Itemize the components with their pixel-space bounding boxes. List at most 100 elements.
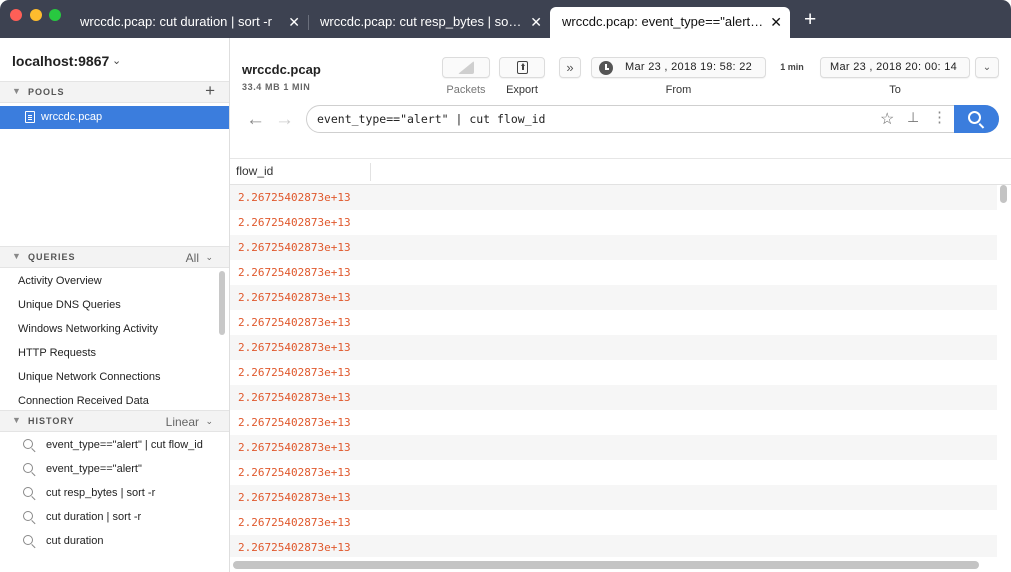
table-row[interactable]: 2.26725402873e+13 — [230, 235, 997, 260]
to-label: To — [889, 84, 901, 96]
history-label: event_type=="alert" | cut flow_id — [46, 439, 203, 451]
history-label: cut resp_bytes | sort -r — [46, 487, 156, 499]
history-item[interactable]: event_type=="alert" — [0, 457, 229, 481]
search-icon — [23, 511, 33, 521]
table-row[interactable]: 2.26725402873e+13 — [230, 310, 997, 335]
chevron-down-icon[interactable]: ⌄ — [205, 416, 213, 427]
history-item[interactable]: cut duration — [0, 529, 229, 553]
tab-event-type-alert[interactable]: wrccdc.pcap: event_type=="alert" | cut f… — [550, 7, 790, 38]
to-date-picker[interactable]: Mar 23 , 2018 20: 00: 14 — [820, 57, 970, 78]
pool-label: wrccdc.pcap — [41, 111, 103, 123]
duration-label: 1 min — [780, 62, 804, 72]
history-label: cut duration — [46, 535, 104, 547]
history-section-header[interactable]: ▼ HISTORY Linear ⌄ — [0, 410, 229, 432]
star-icon[interactable]: ☆ — [880, 109, 894, 129]
results-table: flow_id 2.26725402873e+13 2.26725402873e+… — [230, 158, 1011, 572]
pin-icon[interactable]: ⊥ — [907, 109, 919, 126]
packets-label: Packets — [446, 84, 486, 96]
search-button[interactable] — [954, 105, 999, 133]
history-item[interactable]: event_type=="alert" | cut flow_id — [0, 433, 229, 457]
table-row[interactable]: 2.26725402873e+13 — [230, 435, 997, 460]
table-row[interactable]: 2.26725402873e+13 — [230, 185, 997, 210]
history-item[interactable]: cut resp_bytes | sort -r — [0, 481, 229, 505]
tab-label: wrccdc.pcap: cut duration | sort -r — [80, 14, 272, 29]
pcap-title: wrccdc.pcap — [242, 62, 321, 77]
table-row[interactable]: 2.26725402873e+13 — [230, 510, 997, 535]
queries-scrollbar[interactable] — [219, 271, 225, 335]
sidebar: localhost:9867 ⌄ ▼ POOLS + wrccdc.pcap ▼… — [0, 38, 230, 572]
history-list: event_type=="alert" | cut flow_id event_… — [0, 433, 229, 553]
horizontal-scrollbar[interactable] — [233, 561, 979, 569]
column-header: flow_id — [230, 159, 1011, 185]
zoom-window-button[interactable] — [49, 9, 61, 21]
queries-title: QUERIES — [28, 252, 76, 262]
table-row[interactable]: 2.26725402873e+13 — [230, 410, 997, 435]
forward-arrow-icon[interactable]: → — [275, 109, 294, 131]
table-row[interactable]: 2.26725402873e+13 — [230, 460, 997, 485]
query-list: Activity Overview Unique DNS Queries Win… — [0, 269, 215, 409]
from-date: Mar 23 , 2018 19: 58: 22 — [625, 61, 753, 73]
table-row[interactable]: 2.26725402873e+13 — [230, 260, 997, 285]
clock-icon — [599, 61, 613, 75]
close-window-button[interactable] — [10, 9, 22, 21]
pool-item-wrccdc[interactable]: wrccdc.pcap — [0, 106, 229, 129]
query-item[interactable]: Connection Received Data — [0, 389, 215, 409]
query-item[interactable]: Unique DNS Queries — [0, 293, 215, 317]
column-resize-handle[interactable] — [370, 163, 371, 181]
packets-button[interactable] — [442, 57, 490, 78]
search-icon — [23, 439, 33, 449]
back-arrow-icon[interactable]: ← — [246, 109, 265, 131]
search-bar: ☆ ⊥ ⋮ — [306, 105, 999, 133]
pools-section-header[interactable]: ▼ POOLS + — [0, 81, 229, 103]
close-tab-icon[interactable]: ✕ — [288, 7, 300, 37]
main-panel: wrccdc.pcap 33.4 MB 1 MIN » Mar 23 , 201… — [230, 38, 1011, 572]
table-row[interactable]: 2.26725402873e+13 — [230, 485, 997, 510]
file-icon — [25, 111, 35, 123]
collapse-triangle-icon[interactable]: ▼ — [12, 86, 21, 96]
query-item[interactable]: HTTP Requests — [0, 341, 215, 365]
search-input[interactable] — [317, 110, 857, 128]
table-row[interactable]: 2.26725402873e+13 — [230, 535, 997, 557]
collapse-triangle-icon[interactable]: ▼ — [12, 251, 21, 261]
from-date-picker[interactable]: Mar 23 , 2018 19: 58: 22 — [591, 57, 766, 78]
tab-cut-duration[interactable]: wrccdc.pcap: cut duration | sort -r ✕ — [68, 7, 308, 38]
table-row[interactable]: 2.26725402873e+13 — [230, 335, 997, 360]
vertical-scrollbar[interactable] — [1000, 185, 1008, 555]
tab-cut-resp-bytes[interactable]: wrccdc.pcap: cut resp_bytes | sort -r ✕ — [308, 7, 550, 38]
history-mode[interactable]: Linear — [166, 415, 199, 429]
search-icon — [968, 111, 981, 124]
to-date: Mar 23 , 2018 20: 00: 14 — [830, 61, 958, 73]
close-tab-icon[interactable]: ✕ — [770, 7, 782, 37]
queries-filter[interactable]: All — [186, 251, 199, 265]
export-icon — [517, 61, 528, 74]
new-tab-button[interactable]: + — [804, 9, 816, 31]
query-item[interactable]: Activity Overview — [0, 269, 215, 293]
history-label: event_type=="alert" — [46, 463, 142, 475]
chevron-down-icon[interactable]: ⌄ — [205, 252, 213, 263]
query-item[interactable]: Unique Network Connections — [0, 365, 215, 389]
host-selector[interactable]: localhost:9867 — [12, 53, 109, 69]
history-item[interactable]: cut duration | sort -r — [0, 505, 229, 529]
add-pool-button[interactable]: + — [205, 81, 215, 101]
chevron-down-icon[interactable]: ⌄ — [112, 54, 121, 67]
range-menu-button[interactable]: ⌄ — [975, 57, 999, 78]
queries-section-header[interactable]: ▼ QUERIES All ⌄ — [0, 246, 229, 268]
column-header-flow-id[interactable]: flow_id — [236, 164, 273, 178]
search-icon — [23, 487, 33, 497]
minimize-window-button[interactable] — [30, 9, 42, 21]
scrollbar-thumb[interactable] — [1000, 185, 1007, 203]
history-label: cut duration | sort -r — [46, 511, 142, 523]
search-icon — [23, 463, 33, 473]
collapse-triangle-icon[interactable]: ▼ — [12, 415, 21, 425]
search-icon — [23, 535, 33, 545]
table-row[interactable]: 2.26725402873e+13 — [230, 285, 997, 310]
export-button[interactable] — [499, 57, 545, 78]
table-row[interactable]: 2.26725402873e+13 — [230, 210, 997, 235]
query-item[interactable]: Windows Networking Activity — [0, 317, 215, 341]
more-options-icon[interactable]: ⋮ — [932, 109, 947, 127]
chevron-down-icon: ⌄ — [982, 62, 992, 73]
fast-forward-button[interactable]: » — [559, 57, 581, 78]
close-tab-icon[interactable]: ✕ — [530, 7, 542, 37]
table-row[interactable]: 2.26725402873e+13 — [230, 385, 997, 410]
table-row[interactable]: 2.26725402873e+13 — [230, 360, 997, 385]
